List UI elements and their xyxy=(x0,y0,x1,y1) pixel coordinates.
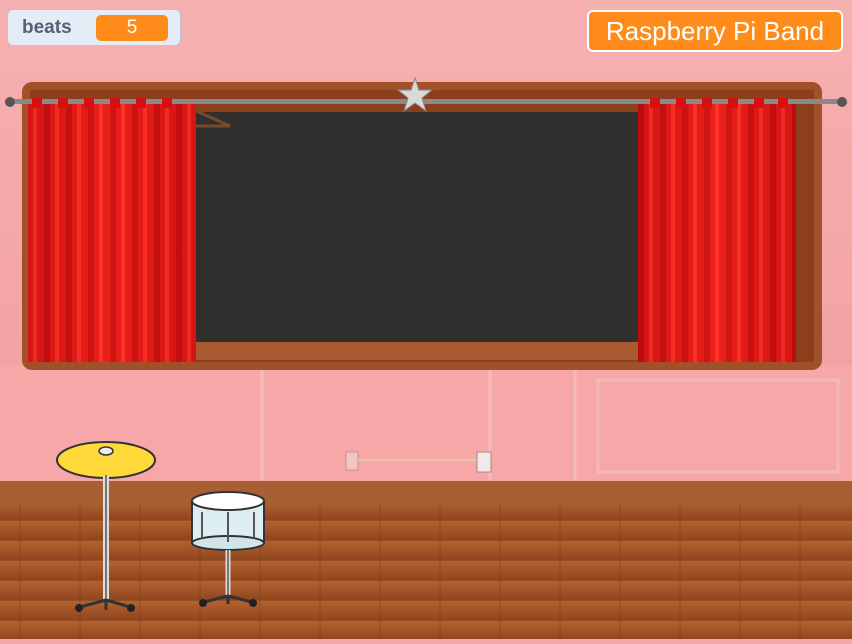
beats-variable-monitor[interactable]: beats 5 xyxy=(7,9,181,46)
curtain-rod xyxy=(5,99,845,104)
snare-drum-icon[interactable] xyxy=(186,490,270,612)
variable-label: beats xyxy=(22,16,72,38)
stage[interactable]: beats 5 Raspberry Pi Band xyxy=(0,0,852,639)
variable-value: 5 xyxy=(96,14,168,41)
cymbal-icon[interactable] xyxy=(50,435,162,617)
title-sign: Raspberry Pi Band xyxy=(587,10,843,52)
